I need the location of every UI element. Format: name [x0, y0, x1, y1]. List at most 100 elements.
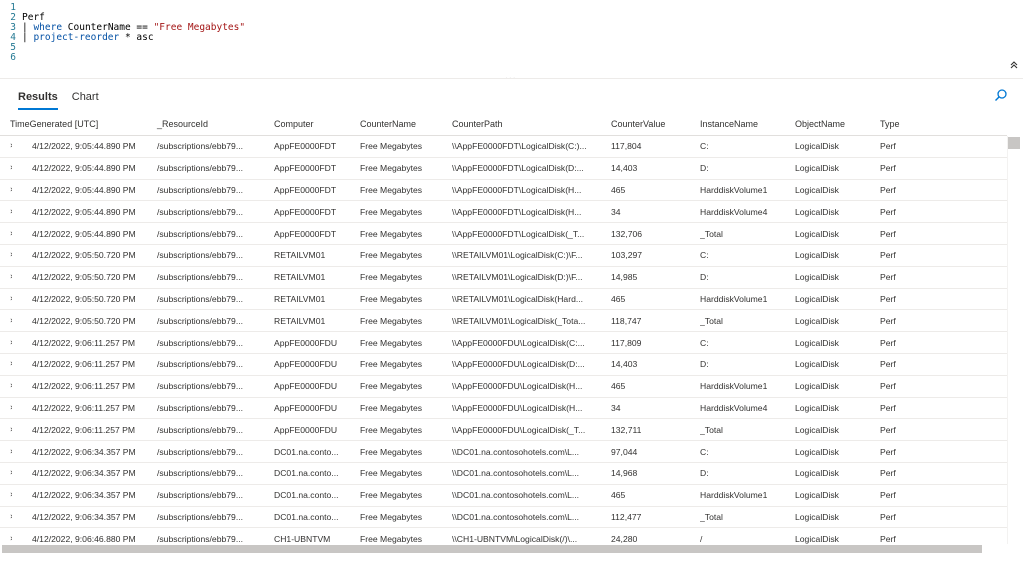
table-row[interactable]: › 4/12/2022, 9:06:34.357 PM/subscriptions…	[0, 484, 1007, 507]
chevron-right-icon[interactable]: ›	[0, 490, 12, 500]
resize-grip[interactable]: ...	[505, 72, 517, 82]
cell-instance-name: HarddiskVolume4	[700, 402, 768, 413]
column-header-counter-value[interactable]: CounterValue	[611, 119, 700, 129]
cell-object-name: LogicalDisk	[795, 402, 839, 413]
query-editor[interactable]: 1 2 Perf 3 | where CounterName == "Free Mega…	[0, 0, 1023, 82]
cell-object-name: LogicalDisk	[795, 446, 839, 457]
cell-object-name: LogicalDisk	[795, 359, 839, 370]
table-row[interactable]: › 4/12/2022, 9:06:11.257 PM/subscriptions…	[0, 375, 1007, 398]
cell-counter-value: 112,477	[611, 511, 642, 522]
chevron-right-icon[interactable]: ›	[0, 468, 12, 478]
cell-counter-name: Free Megabytes	[360, 381, 423, 392]
table-row[interactable]: › 4/12/2022, 9:06:11.257 PM/subscriptions…	[0, 419, 1007, 442]
chevron-right-icon[interactable]: ›	[0, 207, 12, 217]
cell-counter-path: \\AppFE0000FDU\LogicalDisk(H...	[452, 381, 583, 392]
column-header-resource-id[interactable]: _ResourceId	[157, 119, 274, 129]
chevron-right-icon[interactable]: ›	[0, 447, 12, 457]
table-row[interactable]: › 4/12/2022, 9:05:50.720 PM/subscriptions…	[0, 266, 1007, 289]
table-row[interactable]: › 4/12/2022, 9:05:44.890 PM/subscriptions…	[0, 136, 1007, 158]
editor-divider	[0, 78, 1023, 79]
cell-counter-value: 465	[611, 184, 626, 195]
table-row[interactable]: › 4/12/2022, 9:06:46.880 PM/subscriptions…	[0, 528, 1007, 544]
chevron-right-icon[interactable]: ›	[0, 381, 12, 391]
cell-object-name: LogicalDisk	[795, 490, 839, 501]
table-row[interactable]: › 4/12/2022, 9:06:11.257 PM/subscriptions…	[0, 353, 1007, 376]
cell-object-name: LogicalDisk	[795, 337, 839, 348]
table-row[interactable]: › 4/12/2022, 9:06:34.357 PM/subscriptions…	[0, 462, 1007, 485]
chevron-right-icon[interactable]: ›	[0, 141, 12, 151]
cell-object-name: LogicalDisk	[795, 293, 839, 304]
chevron-right-icon[interactable]: ›	[0, 512, 12, 522]
cell-counter-name: Free Megabytes	[360, 359, 423, 370]
column-header-time-generated[interactable]: TimeGenerated [UTC]	[0, 119, 157, 129]
code-line[interactable]: 1	[0, 2, 22, 13]
table-row[interactable]: › 4/12/2022, 9:05:44.890 PM/subscriptions…	[0, 223, 1007, 245]
chevron-right-icon[interactable]: ›	[0, 403, 12, 413]
cell-type: Perf	[880, 228, 896, 239]
cell-time-generated: 4/12/2022, 9:05:44.890 PM	[32, 141, 136, 152]
table-row[interactable]: › 4/12/2022, 9:05:44.890 PM/subscriptions…	[0, 179, 1007, 202]
code-line[interactable]: 4 | project-reorder * asc	[0, 31, 153, 43]
chevron-right-icon[interactable]: ›	[0, 163, 12, 173]
grid-body: › 4/12/2022, 9:05:44.890 PM/subscriptions…	[0, 136, 1007, 544]
chevron-right-icon[interactable]: ›	[0, 534, 12, 544]
cell-counter-value: 117,809	[611, 337, 642, 348]
chevron-double-up-icon[interactable]	[1008, 60, 1020, 72]
cell-resource-id: /subscriptions/ebb79...	[157, 511, 243, 522]
cell-computer: AppFE0000FDT	[274, 163, 337, 174]
cell-computer: RETAILVM01	[274, 315, 326, 326]
chevron-right-icon[interactable]: ›	[0, 272, 12, 282]
chevron-right-icon[interactable]: ›	[0, 316, 12, 326]
chevron-right-icon[interactable]: ›	[0, 250, 12, 260]
chevron-right-icon[interactable]: ›	[0, 229, 12, 239]
code-line[interactable]: 3 | where CounterName == "Free Megabytes"	[0, 21, 246, 33]
cell-resource-id: /subscriptions/ebb79...	[157, 337, 243, 348]
cell-counter-value: 465	[611, 293, 626, 304]
horizontal-scrollbar-thumb[interactable]	[2, 545, 982, 553]
column-header-object-name[interactable]: ObjectName	[795, 119, 880, 129]
table-row[interactable]: › 4/12/2022, 9:06:11.257 PM/subscriptions…	[0, 397, 1007, 420]
code-keyword: project-reorder	[33, 31, 120, 43]
table-row[interactable]: › 4/12/2022, 9:05:50.720 PM/subscriptions…	[0, 288, 1007, 311]
cell-counter-path: \\AppFE0000FDU\LogicalDisk(_T...	[452, 424, 586, 435]
table-row[interactable]: › 4/12/2022, 9:05:44.890 PM/subscriptions…	[0, 201, 1007, 224]
column-header-counter-name[interactable]: CounterName	[360, 119, 452, 129]
table-row[interactable]: › 4/12/2022, 9:05:50.720 PM/subscriptions…	[0, 310, 1007, 333]
search-icon[interactable]	[994, 88, 1012, 106]
cell-counter-value: 465	[611, 381, 626, 392]
table-row[interactable]: › 4/12/2022, 9:06:11.257 PM/subscriptions…	[0, 332, 1007, 354]
cell-time-generated: 4/12/2022, 9:06:34.357 PM	[32, 446, 136, 457]
table-row[interactable]: › 4/12/2022, 9:05:44.890 PM/subscriptions…	[0, 157, 1007, 180]
chevron-right-icon[interactable]: ›	[0, 294, 12, 304]
cell-type: Perf	[880, 402, 896, 413]
column-header-type[interactable]: Type	[880, 119, 940, 129]
code-line[interactable]: 2 Perf	[0, 12, 45, 23]
chevron-right-icon[interactable]: ›	[0, 185, 12, 195]
table-row[interactable]: › 4/12/2022, 9:06:34.357 PM/subscriptions…	[0, 506, 1007, 529]
chevron-right-icon[interactable]: ›	[0, 425, 12, 435]
code-string: "Free Megabytes"	[153, 21, 246, 33]
tab-results[interactable]: Results	[0, 86, 68, 110]
cell-time-generated: 4/12/2022, 9:05:50.720 PM	[32, 250, 136, 261]
cell-instance-name: /	[700, 533, 703, 544]
column-header-computer[interactable]: Computer	[274, 119, 360, 129]
vertical-scrollbar-thumb[interactable]	[1008, 137, 1020, 149]
table-row[interactable]: › 4/12/2022, 9:05:50.720 PM/subscriptions…	[0, 244, 1007, 267]
results-tabs: Results Chart	[0, 86, 109, 110]
code-line[interactable]: 6	[0, 52, 22, 63]
code-line[interactable]: 5	[0, 42, 22, 53]
cell-counter-name: Free Megabytes	[360, 533, 423, 544]
column-header-instance-name[interactable]: InstanceName	[700, 119, 795, 129]
column-header-counter-path[interactable]: CounterPath	[452, 119, 611, 129]
cell-type: Perf	[880, 359, 896, 370]
cell-counter-name: Free Megabytes	[360, 184, 423, 195]
tab-chart[interactable]: Chart	[68, 86, 109, 110]
cell-time-generated: 4/12/2022, 9:05:44.890 PM	[32, 163, 136, 174]
chevron-right-icon[interactable]: ›	[0, 359, 12, 369]
cell-counter-name: Free Megabytes	[360, 228, 423, 239]
vertical-scrollbar[interactable]	[1007, 136, 1021, 544]
table-row[interactable]: › 4/12/2022, 9:06:34.357 PM/subscriptions…	[0, 441, 1007, 463]
cell-resource-id: /subscriptions/ebb79...	[157, 402, 243, 413]
chevron-right-icon[interactable]: ›	[0, 338, 12, 348]
cell-type: Perf	[880, 446, 896, 457]
